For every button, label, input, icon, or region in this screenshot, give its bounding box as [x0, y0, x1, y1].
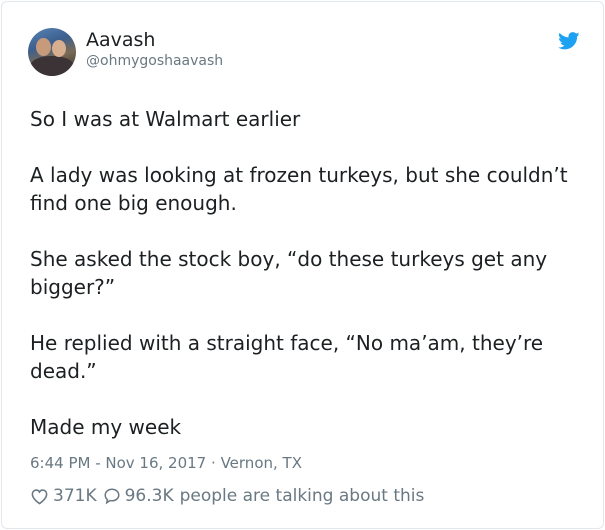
author-handle[interactable]: @ohmygoshaavash [86, 52, 223, 70]
twitter-bird-icon[interactable] [558, 32, 580, 50]
tweet-text: So I was at Walmart earlier A lady was l… [30, 105, 580, 469]
tweet-paragraph: He replied with a straight face, “No ma’… [30, 331, 544, 383]
tweet-metadata: 6:44 PM - Nov 16, 2017 · Vernon, TX [30, 453, 302, 473]
tweet-paragraph: A lady was looking at frozen turkeys, bu… [30, 163, 568, 215]
tweet-paragraph: She asked the stock boy, “do these turke… [30, 247, 548, 299]
tweet-location[interactable]: Vernon, TX [221, 454, 302, 472]
author-display-name[interactable]: Aavash [86, 29, 155, 51]
avatar[interactable] [28, 28, 76, 76]
like-count[interactable]: 371K [53, 486, 97, 506]
talking-about-text[interactable]: people are talking about this [180, 486, 425, 506]
heart-icon[interactable] [30, 487, 49, 505]
tweet-card: Aavash @ohmygoshaavash So I was at Walma… [1, 1, 604, 529]
tweet-timestamp[interactable]: 6:44 PM - Nov 16, 2017 [30, 454, 206, 472]
tweet-actions: 371K 96.3K people are talking about this [30, 484, 424, 508]
reply-count[interactable]: 96.3K [125, 486, 174, 506]
tweet-paragraph: So I was at Walmart earlier [30, 107, 301, 131]
meta-separator: · [211, 454, 216, 472]
tweet-paragraph: Made my week [30, 415, 182, 439]
speech-bubble-icon[interactable] [103, 487, 121, 505]
